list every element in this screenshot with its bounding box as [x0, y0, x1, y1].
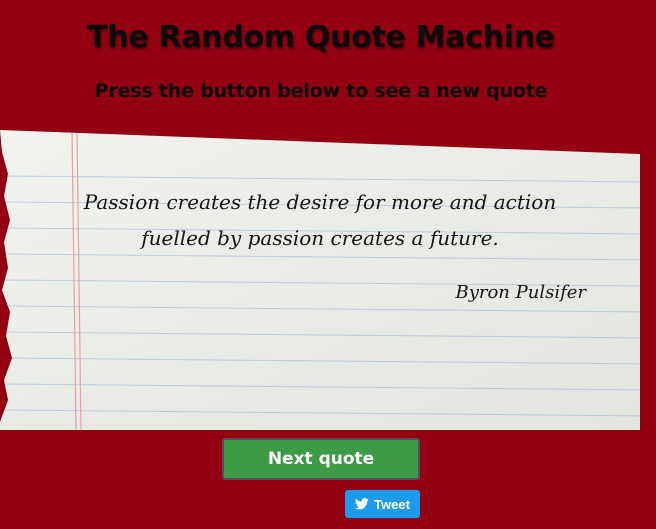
- next-quote-button[interactable]: Next quote: [222, 438, 420, 480]
- quote-card: Passion creates the desire for more and …: [0, 130, 656, 430]
- quote-author: Byron Pulsifer: [455, 282, 586, 303]
- tweet-button[interactable]: Tweet: [345, 490, 420, 518]
- page-title: The Random Quote Machine: [87, 20, 555, 55]
- page-subtitle: Press the button below to see a new quot…: [94, 80, 548, 102]
- tweet-label: Tweet: [374, 496, 410, 512]
- twitter-bird-icon: [355, 498, 369, 510]
- quote-text: Passion creates the desire for more and …: [83, 190, 557, 250]
- torn-paper-image: [0, 130, 640, 430]
